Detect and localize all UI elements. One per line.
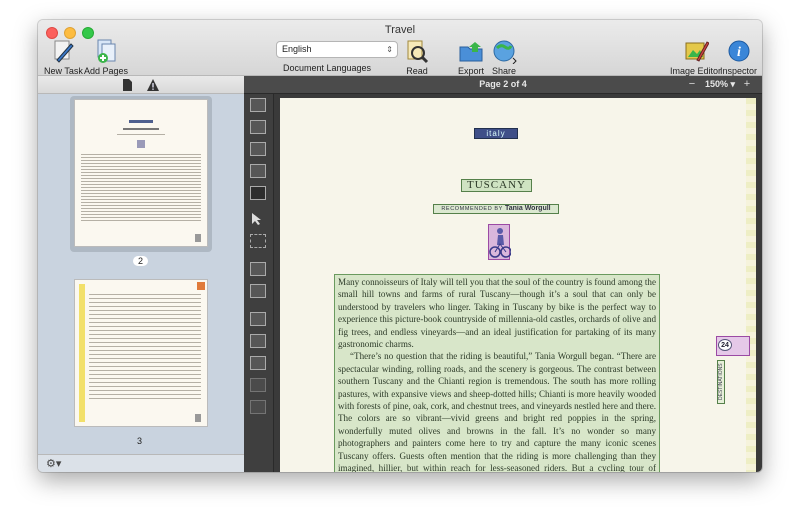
export-button[interactable]: Export [458,38,484,76]
text-area-title[interactable]: TUSCANY [461,179,532,192]
text-area-body[interactable]: Many connoisseurs of Italy will tell you… [334,274,660,472]
add-pages-button[interactable]: Add Pages [84,38,128,76]
share-icon [491,38,517,65]
cyclist-icon [489,228,512,258]
document-page: italy TUSCANY RECOMMENDED BY Tania Worgu… [280,98,756,472]
read-icon [404,38,430,64]
read-label: Read [406,66,428,76]
text-area-italy[interactable]: italy [474,128,518,139]
updown-chevron-icon: ⇕ [386,45,393,54]
picture-area-cyclist[interactable] [488,224,512,260]
page-thumbnails-sidebar: 2 3 ⚙▾ [38,76,244,472]
page-number-2: 2 [133,256,149,266]
info-icon: i [726,38,752,64]
pointer-tool-icon[interactable] [250,212,266,226]
zoom-in-button[interactable]: + [741,79,753,91]
page-thumbnail-3[interactable] [74,279,208,427]
viewer-toolbar: Page 2 of 4 − 150% ▾ + [244,76,762,94]
inspector-button[interactable]: i Inspector [720,38,757,76]
zoom-level-dropdown[interactable]: 150% ▾ [705,79,735,90]
recognition-area-tool-icon[interactable] [250,186,266,200]
background-picture-tool-icon[interactable] [250,164,266,178]
page-badge-number: 24 [718,339,732,351]
recommended-by-label: RECOMMENDED BY [441,206,503,212]
document-language-value: English [282,44,312,54]
body-paragraph-2: “There’s no question that the riding is … [338,351,656,472]
zoom-out-button[interactable]: − [686,79,698,91]
svg-text:i: i [737,45,741,60]
document-language-select[interactable]: English ⇕ [276,41,398,58]
new-task-button[interactable]: New Task [44,38,83,76]
inspector-label: Inspector [720,66,758,76]
read-button[interactable]: Read [404,38,430,76]
export-icon [458,38,484,64]
share-button[interactable]: Share [491,38,517,76]
new-task-icon [50,38,76,64]
add-pages-label: Add Pages [84,66,129,76]
merge-cells-tool-icon[interactable] [250,378,266,392]
export-label: Export [458,66,485,76]
page-number-3: 3 [137,436,143,446]
gear-icon[interactable]: ⚙▾ [46,457,61,470]
add-pages-icon [93,38,119,64]
delete-area-tool-icon[interactable] [250,234,266,248]
text-area-destinations[interactable]: DESTINATIONS [717,360,725,404]
author-name: Tania Worgull [504,205,551,212]
toolbar: Travel New Task Add Pages English ⇕ Docu… [38,20,762,76]
new-task-label: New Task [44,66,83,76]
table-area-tool-icon[interactable] [250,120,266,134]
add-column-tool-icon[interactable] [250,312,266,326]
sidebar-footer: ⚙▾ [38,454,244,472]
table-grid-tool-icon[interactable] [250,400,266,414]
text-area-byline[interactable]: RECOMMENDED BY Tania Worgull [433,204,559,214]
cut-from-area-tool-icon[interactable] [250,284,266,298]
image-editor-icon [683,38,710,64]
split-cells-tool-icon[interactable] [250,356,266,370]
warning-icon[interactable] [146,78,160,92]
app-window: Travel New Task Add Pages English ⇕ Docu… [38,20,762,472]
sidebar-toolbar [38,76,244,94]
share-label: Share [491,66,517,76]
page-thumbnail-2[interactable] [74,99,208,247]
area-tools-strip [244,94,274,472]
document-languages-label: Document Languages [283,63,372,73]
window-title: Travel [384,24,416,36]
picture-area-tool-icon[interactable] [250,142,266,156]
page-view-icon[interactable] [120,78,134,92]
page-edge [746,98,756,472]
document-viewer: Page 2 of 4 − 150% ▾ + italy TUSCANY REC… [244,76,762,472]
page-indicator: Page 2 of 4 [479,79,527,89]
text-area-tool-icon[interactable] [250,98,266,112]
image-editor-label: Image Editor [670,66,722,76]
body-paragraph-1: Many connoisseurs of Italy will tell you… [338,277,656,350]
image-editor-button[interactable]: Image Editor [670,38,721,76]
add-to-area-tool-icon[interactable] [250,262,266,276]
add-row-tool-icon[interactable] [250,334,266,348]
